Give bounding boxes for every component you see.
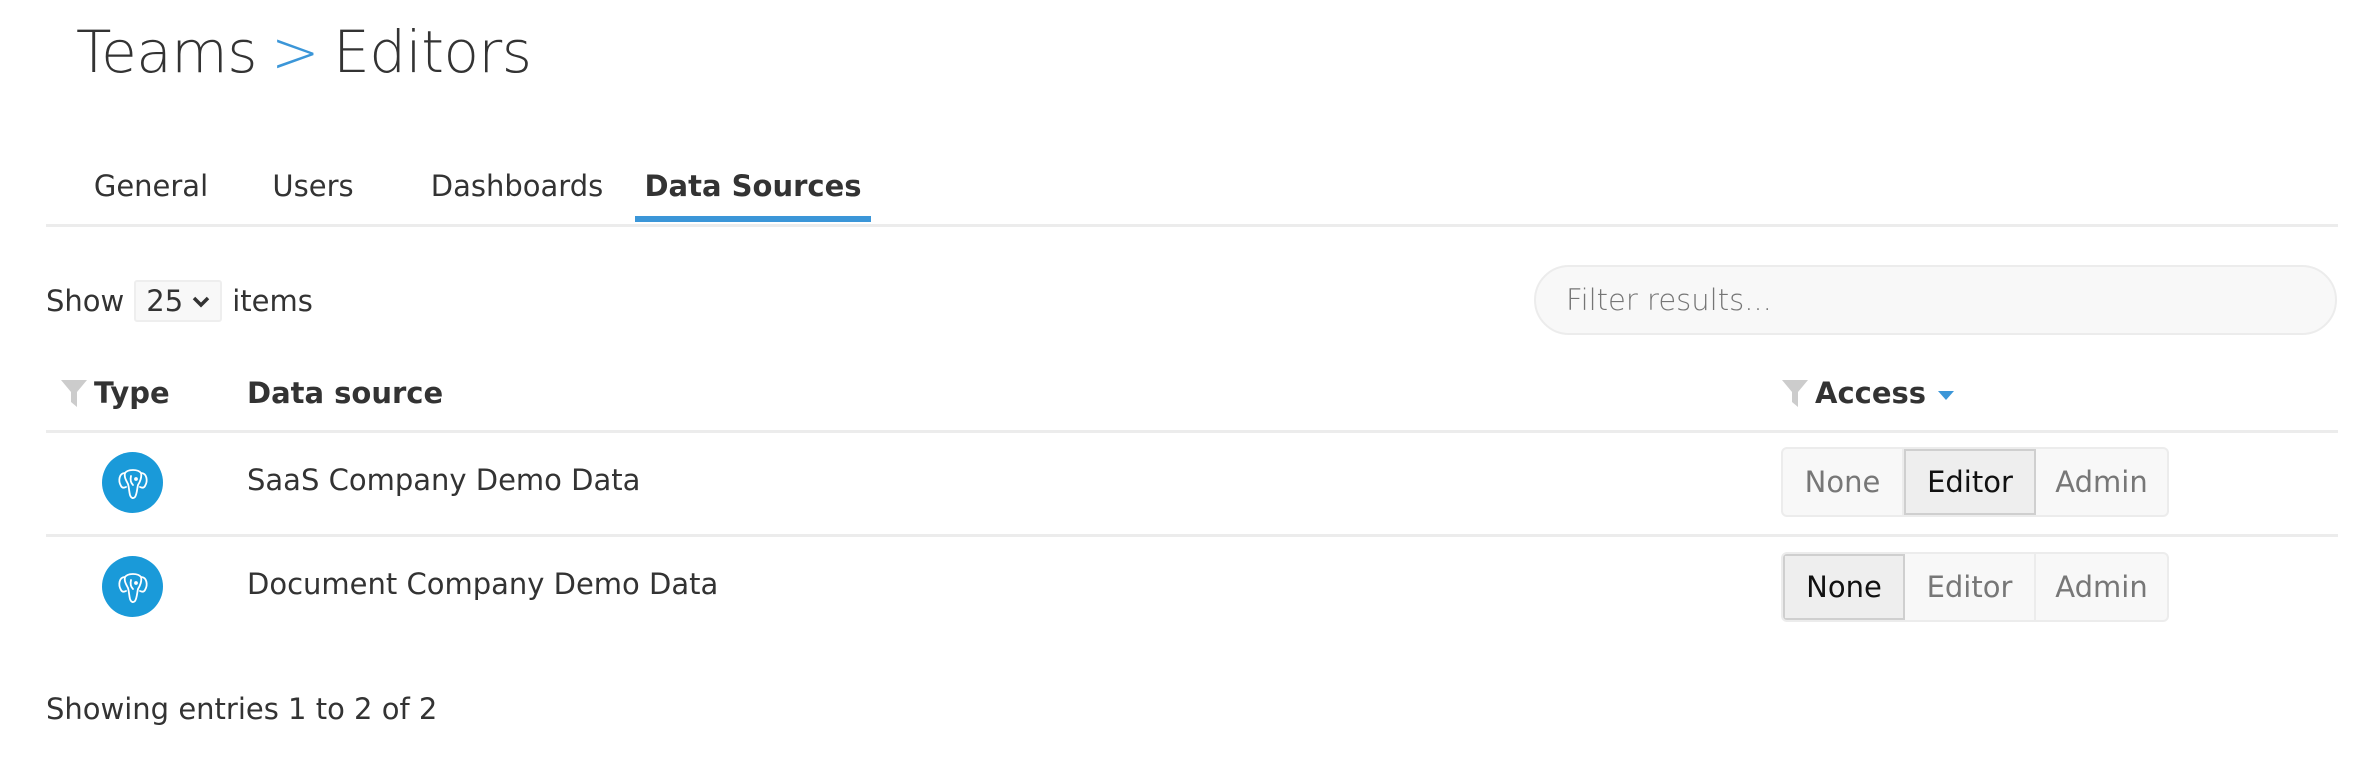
column-header-data-source-label: Data source [247, 376, 444, 410]
access-none-button[interactable]: None [1783, 449, 1904, 515]
data-source-name: Document Company Demo Data [247, 567, 719, 601]
access-editor-button[interactable]: Editor [1905, 554, 2036, 620]
tab-data-sources[interactable]: Data Sources [635, 156, 871, 222]
breadcrumb-parent[interactable]: Teams [76, 18, 258, 86]
row-divider [46, 534, 2338, 537]
access-none-button[interactable]: None [1783, 554, 1905, 620]
access-editor-button[interactable]: Editor [1904, 449, 2036, 515]
page-size-control: Show 25 items [46, 276, 313, 326]
column-header-type-label: Type [94, 376, 170, 410]
funnel-icon[interactable] [1781, 378, 1809, 408]
breadcrumb-separator: > [271, 18, 320, 86]
page-title: Teams > Editors [76, 18, 532, 86]
tab-users[interactable]: Users [258, 156, 368, 216]
breadcrumb-current: Editors [333, 18, 532, 86]
entries-status: Showing entries 1 to 2 of 2 [46, 692, 438, 726]
caret-down-icon[interactable] [1938, 390, 1955, 400]
items-label: items [232, 284, 313, 318]
tab-general[interactable]: General [86, 156, 216, 216]
access-admin-button[interactable]: Admin [2036, 449, 2167, 515]
access-toggle-group: None Editor Admin [1781, 447, 2169, 517]
access-admin-button[interactable]: Admin [2036, 554, 2167, 620]
data-source-name: SaaS Company Demo Data [247, 463, 641, 497]
tab-bar: General Users Dashboards Data Sources [46, 148, 2338, 227]
column-header-access-label: Access [1815, 376, 1927, 410]
funnel-icon[interactable] [60, 378, 88, 408]
postgresql-elephant-icon [102, 452, 163, 513]
show-label: Show [46, 284, 125, 318]
page-size-select[interactable]: 25 [134, 280, 223, 322]
postgresql-elephant-icon [102, 556, 163, 617]
column-header-type[interactable]: Type [60, 372, 170, 414]
table-header-divider [46, 430, 2338, 433]
chevron-down-icon [192, 289, 210, 313]
filter-results-input[interactable] [1534, 265, 2337, 335]
column-header-access[interactable]: Access [1781, 372, 1955, 414]
column-header-data-source[interactable]: Data source [247, 372, 443, 414]
page-size-value: 25 [146, 284, 184, 318]
tab-dashboards[interactable]: Dashboards [412, 156, 622, 216]
access-toggle-group: None Editor Admin [1781, 552, 2169, 622]
